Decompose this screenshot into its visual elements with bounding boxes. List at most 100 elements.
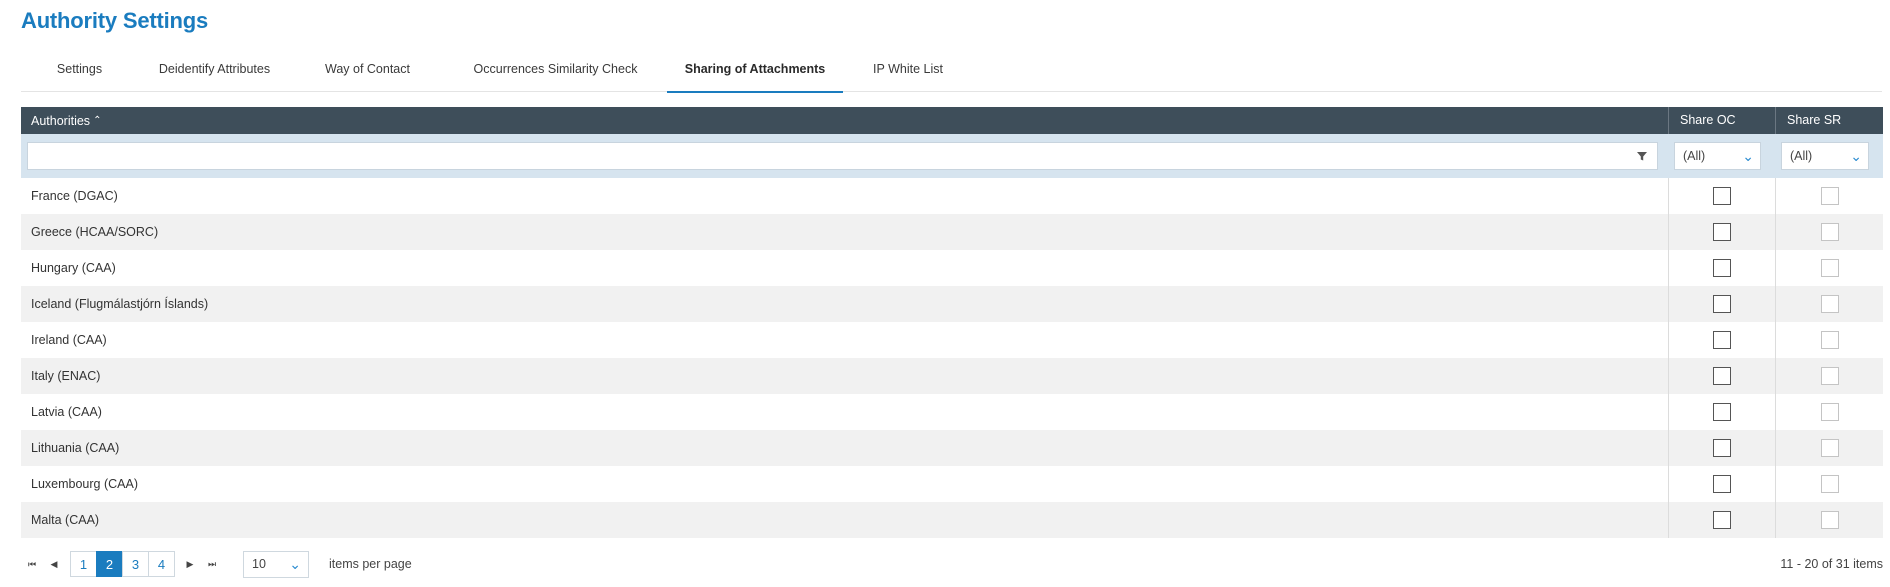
share-oc-cell xyxy=(1668,358,1775,394)
page-numbers: 1234 xyxy=(70,551,175,577)
share-oc-checkbox[interactable] xyxy=(1713,223,1731,241)
table-row: Lithuania (CAA) xyxy=(21,430,1883,466)
share-sr-cell xyxy=(1775,394,1883,430)
tab-occurrences-similarity-check[interactable]: Occurrences Similarity Check xyxy=(444,55,667,92)
page-size-value: 10 xyxy=(252,557,266,571)
table-row: Ireland (CAA) xyxy=(21,322,1883,358)
tab-bar: Settings Deidentify Attributes Way of Co… xyxy=(21,55,1882,93)
last-page-button[interactable]: ⏭ xyxy=(201,551,223,577)
authority-name: Iceland (Flugmálastjórn Íslands) xyxy=(31,297,209,311)
share-oc-filter-value: (All) xyxy=(1683,149,1706,163)
share-oc-checkbox[interactable] xyxy=(1713,295,1731,313)
chevron-down-icon: ⌄ xyxy=(1742,147,1754,164)
authority-name: Latvia (CAA) xyxy=(31,405,102,419)
share-sr-checkbox[interactable] xyxy=(1820,367,1839,385)
authority-name: Lithuania (CAA) xyxy=(31,441,120,455)
page-number-button[interactable]: 3 xyxy=(122,551,149,577)
share-sr-checkbox[interactable] xyxy=(1820,187,1839,205)
column-label-authorities: Authorities xyxy=(31,113,91,128)
share-sr-checkbox[interactable] xyxy=(1820,511,1839,529)
tab-ip-white-list[interactable]: IP White List xyxy=(843,55,973,92)
page-number-button[interactable]: 2 xyxy=(96,551,123,577)
authority-name: Hungary (CAA) xyxy=(31,261,116,275)
share-oc-checkbox[interactable] xyxy=(1713,367,1731,385)
grid-body: France (DGAC) Greece (HCAA/SORC) Hungary (… xyxy=(21,178,1883,538)
page-title: Authority Settings xyxy=(21,8,209,33)
share-sr-cell xyxy=(1775,502,1883,538)
tab-sharing-of-attachments[interactable]: Sharing of Attachments xyxy=(667,55,843,93)
authority-name: Ireland (CAA) xyxy=(31,333,107,347)
first-page-button[interactable]: ⏮ xyxy=(21,551,43,577)
share-sr-cell xyxy=(1775,178,1883,214)
share-oc-cell xyxy=(1668,394,1775,430)
page-number-button[interactable]: 4 xyxy=(148,551,175,577)
filter-icon[interactable] xyxy=(1635,149,1649,163)
share-oc-checkbox[interactable] xyxy=(1713,259,1731,277)
share-oc-checkbox[interactable] xyxy=(1713,403,1731,421)
chevron-down-icon: ⌄ xyxy=(289,555,301,572)
share-oc-checkbox[interactable] xyxy=(1713,511,1731,529)
grid-header: Authorities ⌃ Share OC Share SR xyxy=(21,107,1883,134)
table-row: Malta (CAA) xyxy=(21,502,1883,538)
authority-name: Italy (ENAC) xyxy=(31,369,101,383)
share-oc-cell xyxy=(1668,178,1775,214)
filter-row: (All) ⌄ (All) ⌄ xyxy=(21,134,1883,178)
table-row: Luxembourg (CAA) xyxy=(21,466,1883,502)
share-oc-checkbox[interactable] xyxy=(1713,439,1731,457)
table-row: France (DGAC) xyxy=(21,178,1883,214)
tab-deidentify-attributes[interactable]: Deidentify Attributes xyxy=(138,55,291,92)
share-sr-checkbox[interactable] xyxy=(1820,223,1839,241)
authorities-filter-input[interactable] xyxy=(27,142,1658,170)
tab-settings[interactable]: Settings xyxy=(21,55,138,92)
table-row: Hungary (CAA) xyxy=(21,250,1883,286)
share-oc-cell xyxy=(1668,214,1775,250)
authority-name: Greece (HCAA/SORC) xyxy=(31,225,159,239)
authority-name: Malta (CAA) xyxy=(31,513,100,527)
share-oc-cell xyxy=(1668,466,1775,502)
table-row: Greece (HCAA/SORC) xyxy=(21,214,1883,250)
share-oc-cell xyxy=(1668,286,1775,322)
share-oc-cell xyxy=(1668,250,1775,286)
column-header-share-oc[interactable]: Share OC xyxy=(1668,107,1775,134)
table-row: Italy (ENAC) xyxy=(21,358,1883,394)
share-sr-filter-value: (All) xyxy=(1790,149,1813,163)
share-oc-cell xyxy=(1668,322,1775,358)
share-oc-checkbox[interactable] xyxy=(1713,331,1731,349)
share-sr-checkbox[interactable] xyxy=(1820,295,1839,313)
next-page-button[interactable]: ▶ xyxy=(179,551,201,577)
table-row: Iceland (Flugmálastjórn Íslands) xyxy=(21,286,1883,322)
share-sr-checkbox[interactable] xyxy=(1820,439,1839,457)
share-oc-checkbox[interactable] xyxy=(1713,475,1731,493)
column-header-authorities[interactable]: Authorities ⌃ xyxy=(21,107,1668,134)
share-sr-cell xyxy=(1775,214,1883,250)
chevron-down-icon: ⌄ xyxy=(1850,147,1862,164)
share-sr-cell xyxy=(1775,322,1883,358)
share-sr-cell xyxy=(1775,286,1883,322)
share-sr-cell xyxy=(1775,358,1883,394)
authority-name: France (DGAC) xyxy=(31,189,118,203)
tab-way-of-contact[interactable]: Way of Contact xyxy=(291,55,444,92)
authority-name: Luxembourg (CAA) xyxy=(31,477,138,491)
share-sr-checkbox[interactable] xyxy=(1820,403,1839,421)
column-header-share-sr[interactable]: Share SR xyxy=(1775,107,1883,134)
pager: ⏮ ◀ 1234 ▶ ⏭ 10 ⌄ items per page 11 - 20… xyxy=(21,548,1883,580)
share-sr-checkbox[interactable] xyxy=(1820,331,1839,349)
page-number-button[interactable]: 1 xyxy=(70,551,97,577)
page-size-label: items per page xyxy=(329,557,412,571)
table-row: Latvia (CAA) xyxy=(21,394,1883,430)
page-size-dropdown[interactable]: 10 ⌄ xyxy=(243,550,309,578)
share-oc-filter-dropdown[interactable]: (All) ⌄ xyxy=(1674,142,1761,170)
share-sr-checkbox[interactable] xyxy=(1820,475,1839,493)
previous-page-button[interactable]: ◀ xyxy=(43,551,65,577)
share-sr-checkbox[interactable] xyxy=(1820,259,1839,277)
share-sr-cell xyxy=(1775,250,1883,286)
authorities-grid: Authorities ⌃ Share OC Share SR (All) ⌄ … xyxy=(21,107,1883,538)
pager-info: 11 - 20 of 31 items xyxy=(1780,557,1883,571)
share-sr-cell xyxy=(1775,430,1883,466)
share-oc-checkbox[interactable] xyxy=(1713,187,1731,205)
share-oc-cell xyxy=(1668,430,1775,466)
share-oc-cell xyxy=(1668,502,1775,538)
share-sr-filter-dropdown[interactable]: (All) ⌄ xyxy=(1781,142,1869,170)
sort-ascending-icon: ⌃ xyxy=(93,115,102,126)
share-sr-cell xyxy=(1775,466,1883,502)
